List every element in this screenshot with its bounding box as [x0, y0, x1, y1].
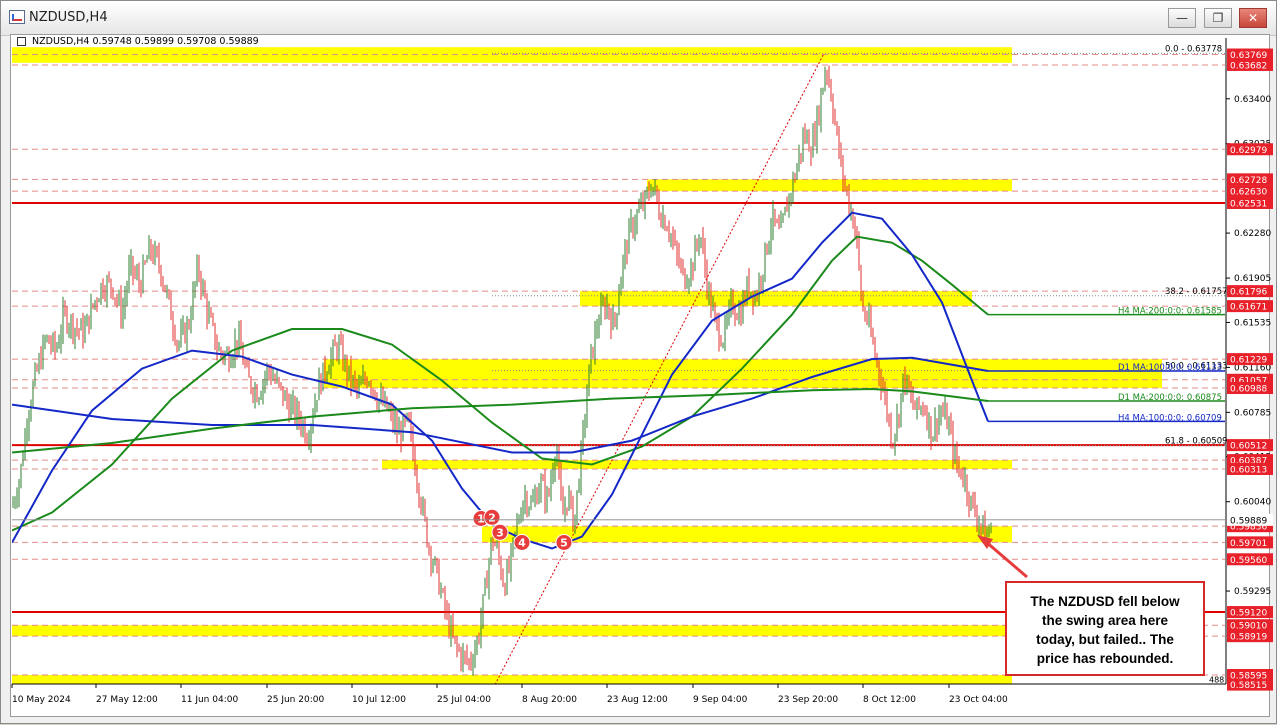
current-price-label: 0.59889: [1230, 516, 1267, 526]
fib-level-label: 0.0 - 0.63778: [1165, 44, 1222, 54]
fib-low-label: 488: [1209, 676, 1224, 685]
support-zone: [324, 359, 1162, 389]
level-price-label: 0.62728: [1230, 176, 1267, 186]
x-tick-label: 9 Sep 04:00: [693, 695, 748, 705]
swing-marker-label: 2: [488, 511, 496, 524]
support-zone: [647, 179, 1012, 192]
x-tick-label: 23 Oct 04:00: [949, 695, 1008, 705]
ma-label: H4 MA:200:0:0: 0.61585: [1118, 307, 1222, 317]
chart-type-icon: [17, 37, 26, 46]
support-zone: [580, 291, 972, 307]
support-zone: [12, 625, 1012, 637]
annotation-line: price has rebounded.: [1036, 651, 1174, 666]
symbol-info: NZDUSD,H4 0.59748 0.59899 0.59708 0.5988…: [17, 36, 259, 47]
level-price-label: 0.60512: [1230, 442, 1267, 452]
level-price-label: 0.62531: [1230, 199, 1267, 209]
level-price-label: 0.61671: [1230, 303, 1267, 313]
level-price-label: 0.58919: [1230, 633, 1267, 643]
x-tick-label: 25 Jul 04:00: [437, 695, 491, 705]
ma-label: D1 MA:200:0:0: 0.60875: [1118, 393, 1222, 403]
level-price-label: 0.60313: [1230, 465, 1267, 475]
annotation-arrow: [984, 539, 1028, 579]
annotation-line: The NZDUSD fell below: [1030, 594, 1180, 609]
y-tick-label: 0.60785: [1234, 408, 1271, 418]
y-tick-label: 0.61535: [1234, 318, 1271, 328]
symbol-name: NZDUSD,H4: [32, 36, 90, 47]
level-price-label: 0.61229: [1230, 356, 1267, 366]
annotation-callout: The NZDUSD fell below the swing area her…: [1005, 581, 1205, 676]
level-price-label: 0.58515: [1230, 681, 1267, 691]
ma-label: H4 MA:100:0:0: 0.60709: [1118, 413, 1222, 423]
level-price-label: 0.59701: [1230, 539, 1267, 549]
level-price-label: 0.59120: [1230, 609, 1267, 619]
x-tick-label: 8 Oct 12:00: [863, 695, 916, 705]
level-price-label: 0.63682: [1230, 61, 1267, 71]
x-tick-label: 10 May 2024: [12, 695, 71, 705]
ohlc-values: 0.59748 0.59899 0.59708 0.59889: [92, 36, 259, 47]
y-tick-label: 0.59295: [1234, 587, 1271, 597]
level-price-label: 0.62979: [1230, 146, 1267, 156]
y-tick-label: 0.62280: [1234, 229, 1271, 239]
level-price-label: 0.61796: [1230, 288, 1267, 298]
x-tick-label: 11 Jun 04:00: [181, 695, 238, 705]
support-zone: [382, 460, 1012, 469]
swing-marker-label: 3: [496, 526, 504, 539]
x-tick-label: 23 Sep 20:00: [778, 695, 838, 705]
x-tick-label: 27 May 12:00: [96, 695, 158, 705]
fib-level-label: 61.8 - 0.60509: [1165, 436, 1228, 446]
swing-marker-label: 5: [560, 536, 568, 549]
y-tick-label: 0.60040: [1234, 498, 1271, 508]
annotation-line: today, but failed.. The: [1036, 632, 1174, 647]
level-price-label: 0.62630: [1230, 188, 1267, 198]
x-tick-label: 23 Aug 12:00: [607, 695, 668, 705]
mt4-chart-window: NZDUSD,H4 — ❐ ✕ NZDUSD,H4 0.59748 0.5989…: [0, 0, 1277, 724]
level-price-label: 0.59560: [1230, 556, 1267, 566]
y-tick-label: 0.63400: [1234, 95, 1271, 105]
swing-marker-label: 4: [518, 536, 526, 549]
ma-label: D1 MA:100:0:0: 0.61133: [1118, 363, 1222, 373]
x-tick-label: 25 Jun 20:00: [267, 695, 324, 705]
x-tick-label: 8 Aug 20:00: [522, 695, 577, 705]
x-tick-label: 10 Jul 12:00: [352, 695, 406, 705]
fib-level-label: 38.2 - 0.61757: [1165, 287, 1228, 297]
y-tick-label: 0.61905: [1234, 274, 1271, 284]
annotation-line: the swing area here: [1041, 613, 1169, 628]
level-price-label: 0.60988: [1230, 385, 1267, 395]
moving-average-line: [12, 387, 989, 454]
support-zone: [12, 675, 1012, 684]
